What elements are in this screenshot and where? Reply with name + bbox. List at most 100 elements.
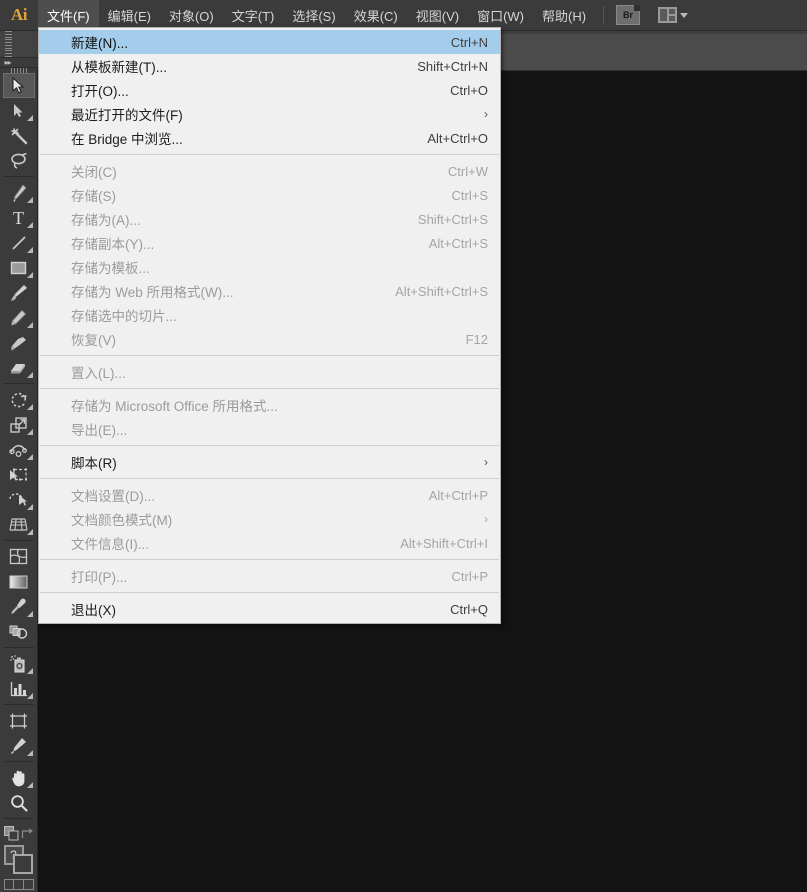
tool-rectangle[interactable] (3, 255, 35, 280)
stroke-swatch[interactable] (12, 854, 33, 874)
menu-separator (40, 592, 499, 593)
menu-item-label: 存储为 Web 所用格式(W)... (71, 285, 234, 300)
menu-item-label: 存储为模板... (71, 261, 150, 276)
flyout-triangle-icon (26, 372, 33, 378)
menu-item-label: 文档颜色模式(M) (71, 513, 173, 528)
tool-artboard[interactable] (3, 708, 35, 733)
flyout-triangle-icon (26, 750, 33, 756)
menu-item-label: 存储副本(Y)... (71, 237, 155, 252)
tools-panel-header[interactable] (0, 31, 38, 58)
menu-item: 存储选中的切片... (39, 303, 500, 327)
draw-mode-buttons[interactable] (3, 879, 34, 890)
menu-item: 存储副本(Y)... Alt+Ctrl+S (39, 231, 500, 255)
menu-item-label: 存储为 Microsoft Office 所用格式... (71, 399, 278, 414)
tool-scale[interactable] (3, 412, 35, 437)
default-fill-stroke-icon (4, 826, 19, 841)
menu-item-label: 最近打开的文件(F) (71, 108, 183, 123)
flyout-triangle-icon (26, 222, 33, 228)
flyout-triangle-icon (26, 529, 33, 535)
flyout-triangle-icon (26, 322, 33, 328)
menu-item[interactable]: 在 Bridge 中浏览... Alt+Ctrl+O (39, 126, 500, 150)
tool-width[interactable] (3, 437, 35, 462)
color-controls: ? (0, 826, 38, 892)
menu-tab-window[interactable]: 窗口(W) (468, 0, 533, 31)
menu-tab-view[interactable]: 视图(V) (407, 0, 468, 31)
menu-item-label: 打开(O)... (71, 84, 129, 99)
menu-tab-edit[interactable]: 编辑(E) (99, 0, 160, 31)
menu-item-shortcut: Ctrl+W (447, 163, 488, 179)
arrange-documents-button[interactable] (658, 7, 689, 23)
menu-tab-help[interactable]: 帮助(H) (533, 0, 595, 31)
go-to-bridge-button[interactable]: Br (616, 5, 641, 25)
tool-hand[interactable] (3, 765, 35, 790)
illustrator-window: ▸▸ T Ai 文件(F) 编辑(E) 对象(O) 文字(T) 选择(S) 效果… (0, 0, 807, 892)
menu-item-shortcut: F12 (465, 331, 488, 347)
tool-selection[interactable] (2, 73, 35, 98)
tool-pen[interactable] (3, 180, 35, 205)
menu-item-label: 在 Bridge 中浏览... (71, 132, 183, 147)
menu-item: 关闭(C) Ctrl+W (39, 159, 500, 183)
menu-item[interactable]: 从模板新建(T)... Shift+Ctrl+N (39, 54, 500, 78)
tool-slice[interactable] (3, 733, 35, 758)
tool-column-graph[interactable] (3, 676, 35, 701)
menu-item: 存储(S) Ctrl+S (39, 183, 500, 207)
draw-inside-mode[interactable] (24, 880, 33, 889)
menu-item[interactable]: 脚本(R) › (39, 450, 500, 474)
tool-separator (3, 704, 34, 705)
tool-blend[interactable] (3, 619, 35, 644)
menu-tab-select[interactable]: 选择(S) (283, 0, 344, 31)
tool-symbol-sprayer[interactable] (3, 651, 35, 676)
tool-separator (3, 647, 34, 648)
file-menu-dropdown[interactable]: 新建(N)... Ctrl+N 从模板新建(T)... Shift+Ctrl+N 打开(… (38, 27, 501, 624)
menu-tab-effect[interactable]: 效果(C) (345, 0, 407, 31)
collapse-panel-button[interactable]: ▸▸ (0, 58, 38, 68)
tool-pencil[interactable] (3, 305, 35, 330)
menu-item-label: 脚本(R) (71, 456, 117, 471)
menu-item-shortcut: Ctrl+S (451, 187, 488, 203)
tool-paintbrush[interactable] (3, 280, 35, 305)
submenu-chevron-right-icon: › (484, 512, 488, 526)
draw-normal-mode[interactable] (5, 880, 15, 889)
flyout-triangle-icon (26, 272, 33, 278)
tool-magic-wand[interactable] (3, 123, 35, 148)
tool-blob-brush[interactable] (3, 330, 35, 355)
menu-item[interactable]: 新建(N)... Ctrl+N (39, 30, 500, 54)
menu-item[interactable]: 打开(O)... Ctrl+O (39, 78, 500, 102)
tool-zoom[interactable] (3, 790, 35, 815)
tool-gradient[interactable] (3, 569, 35, 594)
menu-item-shortcut: Alt+Ctrl+S (428, 235, 488, 251)
menu-item: 恢复(V) F12 (39, 327, 500, 351)
tool-line-segment[interactable] (3, 230, 35, 255)
tool-type[interactable]: T (3, 205, 35, 230)
menu-item-label: 恢复(V) (71, 333, 116, 348)
menu-item-shortcut: Ctrl+Q (450, 601, 488, 617)
menu-item-label: 从模板新建(T)... (71, 60, 167, 75)
menu-tab-object[interactable]: 对象(O) (160, 0, 223, 31)
menu-item[interactable]: 最近打开的文件(F) › (39, 102, 500, 126)
tool-free-transform[interactable] (3, 462, 35, 487)
menu-item-label: 存储(S) (71, 189, 116, 204)
tool-eraser[interactable] (3, 355, 35, 380)
tool-eyedropper[interactable] (3, 594, 35, 619)
menu-separator (40, 478, 499, 479)
menu-item-shortcut: Shift+Ctrl+N (417, 58, 488, 74)
menu-item-shortcut: Ctrl+P (451, 568, 488, 584)
flyout-triangle-icon (26, 429, 33, 435)
tool-direct-selection[interactable] (3, 98, 35, 123)
menu-tab-type[interactable]: 文字(T) (223, 0, 284, 31)
tool-perspective-grid[interactable] (3, 512, 35, 537)
menu-item[interactable]: 退出(X) Ctrl+Q (39, 597, 500, 621)
tool-rotate[interactable] (3, 387, 35, 412)
menu-item-shortcut: Alt+Shift+Ctrl+I (400, 535, 488, 551)
menu-item-label: 打印(P)... (71, 570, 128, 585)
draw-behind-mode[interactable] (14, 880, 24, 889)
fill-stroke-indicator[interactable]: ? (3, 845, 34, 875)
tool-lasso[interactable] (3, 148, 35, 173)
menu-item-label: 新建(N)... (71, 36, 128, 51)
tool-mesh[interactable] (3, 544, 35, 569)
menu-item-shortcut: Ctrl+N (450, 34, 488, 50)
menu-tab-file[interactable]: 文件(F) (38, 0, 99, 31)
tool-shape-builder[interactable] (3, 487, 35, 512)
tools-panel[interactable]: ▸▸ T (0, 31, 38, 892)
flyout-triangle-icon (26, 668, 33, 674)
